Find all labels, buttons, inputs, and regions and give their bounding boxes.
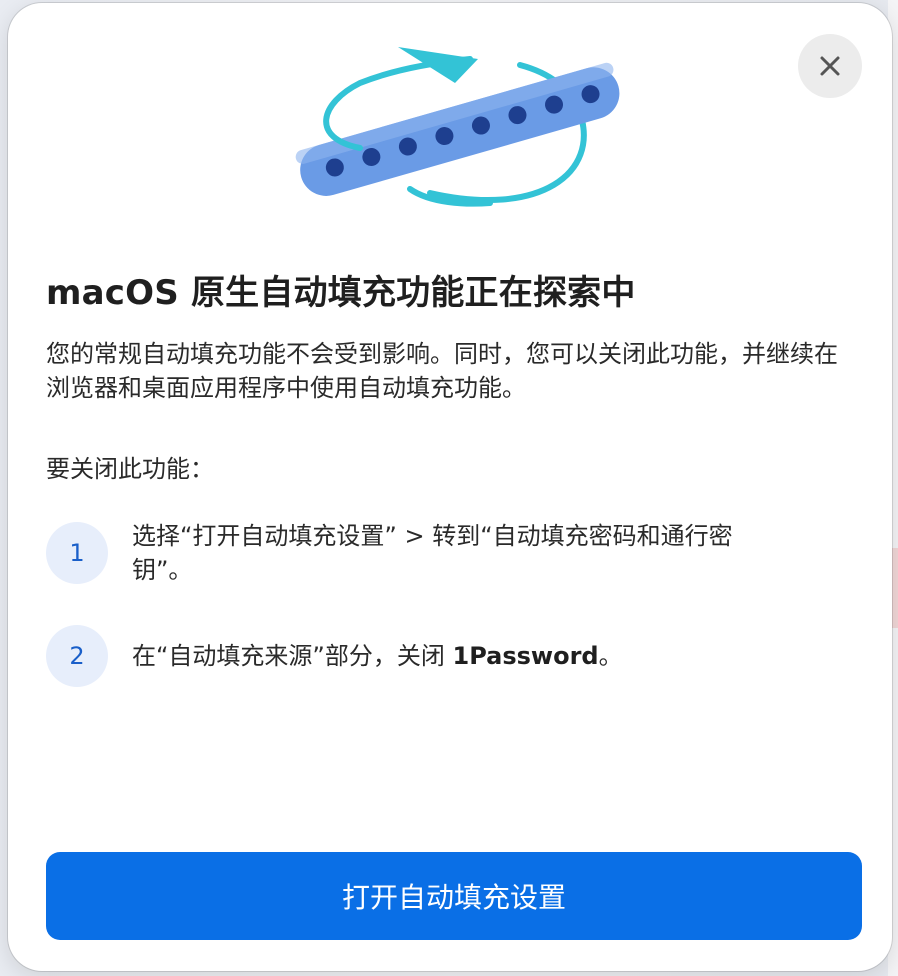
step-1: 1 选择“打开自动填充设置” > 转到“自动填充密码和通行密钥”。 — [46, 519, 846, 587]
step-number-badge: 2 — [46, 625, 108, 687]
password-rotate-illustration — [295, 47, 620, 207]
open-autofill-settings-button[interactable]: 打开自动填充设置 — [46, 852, 862, 940]
step-text-suffix: 。 — [598, 642, 623, 670]
step-text-prefix: 在“自动填充来源”部分，关闭 — [132, 642, 453, 670]
dialog-title: macOS 原生自动填充功能正在探索中 — [46, 273, 636, 313]
step-text: 在“自动填充来源”部分，关闭 1Password。 — [132, 639, 792, 673]
step-2: 2 在“自动填充来源”部分，关闭 1Password。 — [46, 625, 846, 687]
howto-label: 要关闭此功能： — [46, 455, 214, 483]
dialog-description: 您的常规自动填充功能不会受到影响。同时，您可以关闭此功能，并继续在浏览器和桌面应… — [46, 340, 838, 402]
step-text: 选择“打开自动填充设置” > 转到“自动填充密码和通行密钥”。 — [132, 522, 733, 584]
close-button[interactable] — [798, 34, 862, 98]
step-text-app-name: 1Password — [452, 642, 599, 670]
autofill-dialog: macOS 原生自动填充功能正在探索中 您的常规自动填充功能不会受到影响。同时，… — [8, 3, 892, 971]
close-icon — [820, 56, 840, 76]
step-number-badge: 1 — [46, 522, 108, 584]
